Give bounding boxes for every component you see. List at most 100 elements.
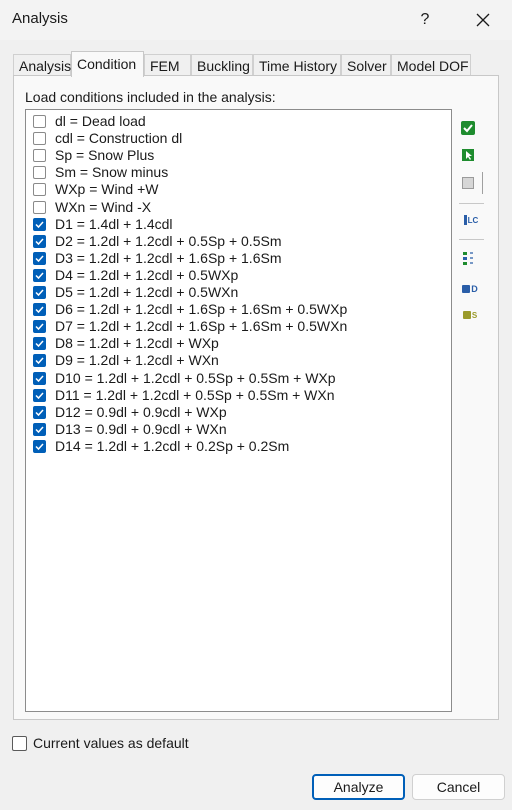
load-condition-item[interactable]: dl = Dead load: [33, 113, 146, 130]
checkmark-icon: [35, 306, 44, 314]
load-condition-item[interactable]: D13 = 0.9dl + 0.9cdl + WXn: [33, 421, 227, 438]
cancel-button[interactable]: Cancel: [412, 774, 505, 800]
load-condition-item[interactable]: WXn = Wind -X: [33, 199, 151, 216]
checkmark-icon: [35, 340, 44, 348]
load-condition-checkbox[interactable]: [33, 251, 46, 265]
close-button[interactable]: [462, 0, 504, 40]
load-condition-label: D5 = 1.2dl + 1.2cdl + 0.5WXn: [55, 284, 239, 300]
current-values-default-checkbox[interactable]: [12, 735, 27, 751]
help-button[interactable]: ?: [408, 0, 442, 40]
load-condition-item[interactable]: D5 = 1.2dl + 1.2cdl + 0.5WXn: [33, 284, 238, 301]
load-condition-item[interactable]: D12 = 0.9dl + 0.9cdl + WXp: [33, 404, 227, 421]
service-icon-text: S: [471, 310, 478, 320]
load-condition-item[interactable]: WXp = Wind +W: [33, 181, 158, 198]
checkmark-icon: [35, 289, 44, 297]
service-button[interactable]: S: [459, 306, 481, 324]
load-condition-item[interactable]: D1 = 1.4dl + 1.4cdl: [33, 216, 173, 233]
check-all-button[interactable]: [459, 119, 477, 137]
load-condition-item[interactable]: D4 = 1.2dl + 1.2cdl + 0.5WXp: [33, 267, 238, 284]
service-icon: S: [462, 310, 478, 320]
load-condition-checkbox[interactable]: [33, 132, 46, 146]
load-condition-label: Sp = Snow Plus: [55, 147, 155, 164]
load-condition-label: cdl = Construction dl: [55, 130, 183, 147]
load-condition-checkbox[interactable]: [33, 337, 46, 351]
tab-condition[interactable]: Condition: [71, 51, 144, 77]
uncheck-all-button[interactable]: [459, 174, 477, 192]
load-conditions-list[interactable]: dl = Dead load cdl = Construction dl Sp = …: [25, 109, 452, 712]
load-condition-item[interactable]: D3 = 1.2dl + 1.2cdl + 1.6Sp + 1.6Sm: [33, 250, 281, 267]
checkmark-icon: [35, 221, 44, 228]
load-condition-checkbox[interactable]: [33, 320, 46, 334]
load-condition-checkbox[interactable]: [33, 149, 46, 163]
checkmark-icon: [35, 374, 44, 382]
load-condition-label: D13 = 0.9dl + 0.9cdl + WXn: [55, 420, 227, 437]
current-values-default-row[interactable]: Current values as default: [12, 735, 189, 751]
load-condition-label: D4 = 1.2dl + 1.2cdl + 0.5WXp: [55, 266, 239, 283]
checkmark-icon: [35, 392, 44, 399]
load-condition-checkbox[interactable]: [33, 422, 46, 436]
load-condition-checkbox[interactable]: [33, 200, 46, 214]
load-condition-label: D2 = 1.2dl + 1.2cdl + 0.5Sp + 0.5Sm: [55, 232, 282, 249]
design-button[interactable]: D: [459, 280, 481, 298]
load-condition-checkbox[interactable]: [33, 183, 46, 197]
toolbar-divider-2: [459, 239, 484, 240]
load-condition-label: WXn = Wind -X: [55, 198, 152, 215]
load-condition-label: D12 = 0.9dl + 0.9cdl + WXp: [55, 403, 227, 420]
load-condition-checkbox[interactable]: [33, 303, 46, 317]
load-condition-item[interactable]: D2 = 1.2dl + 1.2cdl + 0.5Sp + 0.5Sm: [33, 233, 281, 250]
load-condition-checkbox[interactable]: [33, 405, 46, 419]
load-condition-label: D8 = 1.2dl + 1.2cdl + WXp: [55, 335, 219, 352]
load-condition-label: Sm = Snow minus: [55, 164, 169, 181]
load-condition-checkbox[interactable]: [33, 371, 46, 385]
load-condition-checkbox[interactable]: [33, 268, 46, 282]
load-condition-checkbox[interactable]: [33, 115, 46, 128]
load-condition-item[interactable]: D7 = 1.2dl + 1.2cdl + 1.6Sp + 1.6Sm + 0.…: [33, 318, 347, 335]
load-conditions-label: Load conditions included in the analysis…: [25, 89, 276, 105]
load-condition-checkbox[interactable]: [33, 217, 46, 231]
load-condition-checkbox[interactable]: [33, 234, 46, 248]
tab-model-dof[interactable]: Model DOF: [391, 54, 471, 76]
checkmark-icon: [35, 443, 44, 450]
checkmark-icon: [35, 409, 44, 416]
load-condition-item[interactable]: cdl = Construction dl: [33, 130, 182, 147]
load-condition-item[interactable]: D14 = 1.2dl + 1.2cdl + 0.2Sp + 0.2Sm: [33, 438, 289, 455]
load-case-button[interactable]: LC: [460, 211, 482, 229]
load-condition-checkbox[interactable]: [33, 354, 46, 368]
load-condition-item[interactable]: D11 = 1.2dl + 1.2cdl + 0.5Sp + 0.5Sm + W…: [33, 387, 335, 404]
load-condition-label: D9 = 1.2dl + 1.2cdl + WXn: [55, 352, 219, 369]
checkmark-icon: [35, 357, 44, 365]
checkmark-icon: [35, 426, 44, 433]
select-icon: [462, 149, 474, 161]
tab-fem[interactable]: FEM: [144, 54, 191, 76]
tab-analysis[interactable]: Analysis: [13, 54, 71, 76]
load-case-icon: LC: [463, 215, 479, 225]
load-condition-item[interactable]: Sm = Snow minus: [33, 164, 168, 181]
select-button[interactable]: [459, 146, 477, 164]
load-condition-item[interactable]: Sp = Snow Plus: [33, 147, 154, 164]
load-condition-item[interactable]: D6 = 1.2dl + 1.2cdl + 1.6Sp + 1.6Sm + 0.…: [33, 301, 347, 318]
tab-time-history[interactable]: Time History: [253, 54, 341, 76]
load-condition-item[interactable]: D10 = 1.2dl + 1.2cdl + 0.5Sp + 0.5Sm + W…: [33, 370, 336, 387]
load-case-icon-text: LC: [467, 215, 479, 225]
load-condition-label: dl = Dead load: [55, 113, 146, 129]
sort-button[interactable]: [459, 250, 477, 268]
uncheck-all-icon: [462, 177, 474, 189]
tab-buckling[interactable]: Buckling: [191, 54, 253, 76]
tab-solver[interactable]: Solver: [341, 54, 391, 76]
load-condition-label: D14 = 1.2dl + 1.2cdl + 0.2Sp + 0.2Sm: [55, 437, 290, 454]
current-values-default-label: Current values as default: [33, 735, 189, 751]
design-icon-text: D: [471, 284, 478, 294]
load-condition-checkbox[interactable]: [33, 388, 46, 402]
window-title: Analysis: [12, 10, 68, 27]
analyze-button[interactable]: Analyze: [312, 774, 405, 800]
checkmark-icon: [35, 323, 44, 331]
close-icon: [476, 13, 490, 27]
load-condition-item[interactable]: D9 = 1.2dl + 1.2cdl + WXn: [33, 352, 219, 369]
load-condition-checkbox[interactable]: [33, 166, 46, 180]
load-condition-item[interactable]: D8 = 1.2dl + 1.2cdl + WXp: [33, 335, 219, 352]
load-condition-label: D6 = 1.2dl + 1.2cdl + 1.6Sp + 1.6Sm + 0.…: [55, 301, 348, 318]
load-condition-label: D7 = 1.2dl + 1.2cdl + 1.6Sp + 1.6Sm + 0.…: [55, 318, 348, 335]
load-condition-checkbox[interactable]: [33, 286, 46, 299]
load-condition-label: D10 = 1.2dl + 1.2cdl + 0.5Sp + 0.5Sm + W…: [55, 369, 336, 386]
load-condition-checkbox[interactable]: [33, 439, 46, 453]
